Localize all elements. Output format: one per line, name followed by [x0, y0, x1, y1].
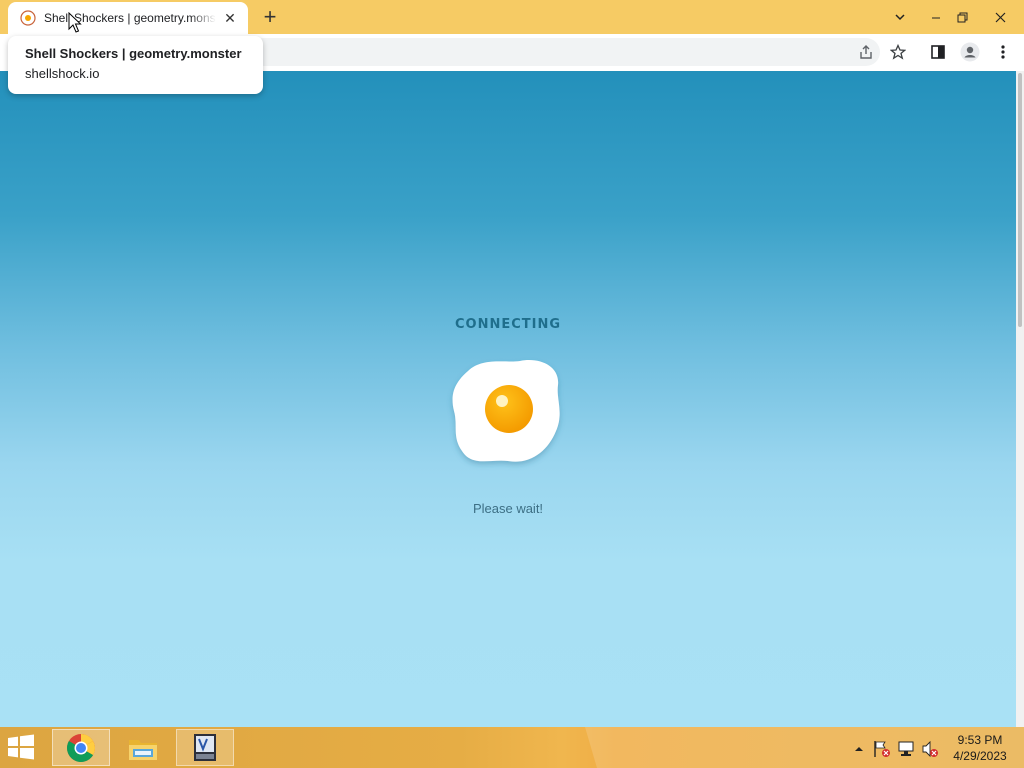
file-explorer-icon [129, 739, 157, 760]
windows-taskbar [0, 727, 1024, 768]
page-scrollbar[interactable] [1016, 71, 1024, 727]
start-button[interactable] [6, 733, 40, 763]
side-panel-icon[interactable] [928, 42, 948, 62]
chrome-icon [67, 733, 95, 762]
mouse-cursor-icon [68, 12, 82, 33]
network-button[interactable] [897, 740, 915, 758]
flag-icon [874, 741, 890, 757]
tab-hover-tooltip: Shell Shockers | geometry.monster shells… [8, 36, 263, 94]
egg-favicon-icon [20, 10, 36, 26]
scrollbar-thumb[interactable] [1018, 73, 1022, 327]
text-editor-icon [194, 733, 216, 761]
show-hidden-icons-button[interactable] [850, 740, 868, 758]
tab-search-button[interactable] [880, 0, 920, 34]
connecting-status: CONNECTING [454, 317, 562, 332]
restore-icon [957, 12, 967, 22]
fried-egg-icon [452, 360, 560, 462]
window-close-button[interactable] [976, 0, 1024, 34]
taskbar-chrome-button[interactable] [52, 729, 110, 766]
chevron-up-icon [855, 747, 863, 751]
tab-strip: Shell Shockers | geometry.monster ✕ + [0, 0, 1024, 34]
new-tab-button[interactable]: + [258, 6, 282, 30]
tooltip-url: shellshock.io [25, 66, 100, 81]
volume-button[interactable] [921, 740, 939, 758]
tab-close-button[interactable]: ✕ [222, 10, 238, 26]
taskbar-file-explorer-button[interactable] [114, 729, 172, 766]
network-icon [898, 741, 914, 756]
windows-logo-icon [8, 734, 34, 760]
share-icon[interactable] [856, 42, 876, 62]
close-icon [995, 12, 1005, 22]
clock-date: 4/29/2023 [953, 749, 1007, 763]
system-clock[interactable]: 9:53 PM 4/29/2023 [944, 732, 1016, 764]
bookmark-star-icon[interactable] [888, 42, 908, 62]
clock-time: 9:53 PM [957, 733, 1003, 747]
menu-icon[interactable] [993, 42, 1013, 62]
taskbar-text-editor-button[interactable] [176, 729, 234, 766]
minimize-icon [932, 17, 940, 19]
game-loading-screen: CONNECTING Please wait! [0, 71, 1016, 727]
volume-muted-icon [922, 740, 938, 758]
browser-tab[interactable]: Shell Shockers | geometry.monster ✕ [8, 2, 248, 34]
chevron-down-icon [895, 14, 905, 21]
please-wait-message: Please wait! [472, 501, 544, 516]
address-bar[interactable] [250, 38, 880, 66]
tooltip-title: Shell Shockers | geometry.monster [25, 46, 242, 61]
profile-icon[interactable] [960, 42, 980, 62]
action-center-button[interactable] [873, 740, 891, 758]
